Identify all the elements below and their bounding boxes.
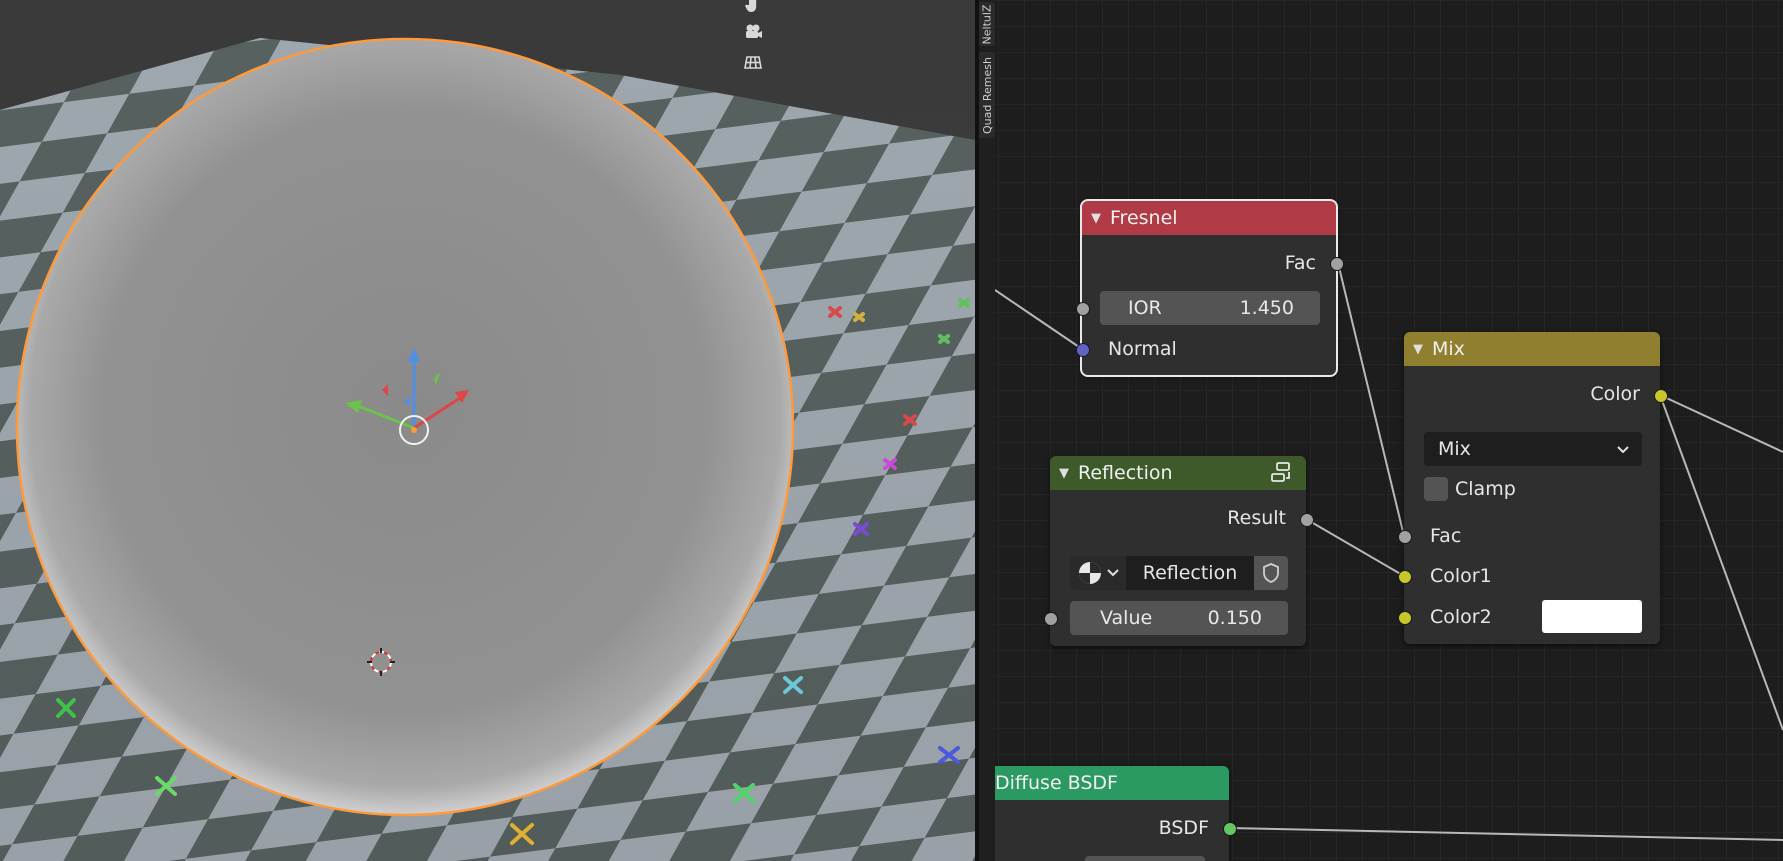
fresnel-ior-socket[interactable]	[1076, 302, 1090, 316]
collapse-arrow-icon[interactable]: ▼	[1404, 342, 1432, 357]
node-group-icon[interactable]	[1270, 461, 1294, 485]
reflection-node-title: Reflection	[1078, 462, 1173, 484]
reflection-node-header[interactable]: ▼ Reflection	[1050, 456, 1306, 490]
value-label: Value	[1100, 607, 1153, 629]
texture-browse-button[interactable]	[1070, 556, 1126, 590]
ior-value: 1.450	[1239, 297, 1294, 319]
mix-node-title: Mix	[1432, 338, 1465, 360]
clamp-row: Clamp	[1455, 472, 1660, 506]
mix-fac-input: Fac	[1404, 519, 1660, 553]
color1-label: Color1	[1430, 565, 1492, 587]
fresnel-normal-input: Normal	[1082, 332, 1336, 366]
reflection-value-field[interactable]: Value 0.150	[1070, 601, 1288, 635]
fresnel-fac-socket[interactable]	[1330, 257, 1344, 271]
fresnel-ior-field[interactable]: IOR 1.450	[1100, 291, 1320, 325]
mix-color-output-label: Color	[1590, 383, 1640, 405]
diffuse-bsdf-node[interactable]: Diffuse BSDF BSDF	[995, 766, 1237, 861]
mix-color-output: Color	[1404, 377, 1660, 411]
collapse-arrow-icon[interactable]: ▼	[1050, 466, 1078, 481]
bsdf-label: BSDF	[1158, 817, 1209, 839]
node-links	[995, 262, 1783, 841]
mix-fac-label: Fac	[1430, 525, 1462, 547]
link-to-normal	[995, 289, 1083, 350]
diffuse-color-field[interactable]	[1085, 856, 1205, 861]
shield-icon	[1263, 563, 1279, 583]
clamp-checkbox[interactable]	[1424, 477, 1448, 501]
value-number: 0.150	[1207, 607, 1262, 629]
sphere-object[interactable]	[15, 37, 795, 817]
link-result-to-color1	[1305, 518, 1405, 577]
link-fac-to-fac	[1337, 262, 1405, 537]
blend-mode-value: Mix	[1438, 438, 1471, 460]
clamp-label: Clamp	[1455, 478, 1516, 500]
mix-node[interactable]: ▼ Mix Color Mix Clamp Fac Color1 Color2	[1398, 332, 1668, 644]
diffuse-bsdf-output: BSDF	[995, 811, 1229, 845]
hand-icon[interactable]	[742, 0, 764, 16]
grid-icon[interactable]	[742, 51, 764, 73]
normal-label: Normal	[1108, 338, 1177, 360]
fresnel-fac-label: Fac	[1284, 252, 1316, 274]
color2-label: Color2	[1430, 606, 1492, 628]
tab-neltulz[interactable]: NeltulZ	[979, 2, 995, 46]
chevron-down-icon	[1616, 438, 1642, 460]
color2-swatch[interactable]	[1542, 600, 1642, 633]
3d-viewport[interactable]	[0, 0, 975, 861]
chevron-down-icon	[1107, 569, 1119, 577]
diffuse-bsdf-socket[interactable]	[1223, 822, 1237, 836]
fresnel-node-header[interactable]: ▼ Fresnel	[1082, 201, 1336, 235]
fake-user-button[interactable]	[1254, 556, 1288, 590]
tab-neltulz-label: NeltulZ	[980, 4, 994, 44]
ior-label: IOR	[1128, 297, 1162, 319]
checker-texture-icon	[1079, 562, 1101, 584]
blend-mode-dropdown[interactable]: Mix	[1424, 432, 1642, 466]
fresnel-fac-output: Fac	[1082, 246, 1336, 280]
result-label: Result	[1227, 507, 1286, 529]
link-bsdf-out	[1228, 827, 1783, 841]
fresnel-node[interactable]: ▼ Fresnel Fac IOR 1.450 Normal	[1076, 199, 1344, 377]
link-mix-color-out	[1659, 394, 1783, 453]
tab-quad-remesh[interactable]: Quad Remesh	[979, 52, 995, 138]
sidebar-tab-strip: NeltulZ Quad Remesh	[979, 0, 995, 861]
mix-node-header[interactable]: ▼ Mix	[1404, 332, 1660, 366]
fresnel-node-title: Fresnel	[1110, 207, 1178, 229]
mix-color1-input: Color1	[1404, 559, 1660, 593]
camera-icon[interactable]	[742, 21, 764, 43]
reflection-value-socket[interactable]	[1044, 612, 1058, 626]
link-mix-color-out-2	[1659, 394, 1783, 731]
viewport-scene	[0, 0, 975, 861]
diffuse-node-title: Diffuse BSDF	[995, 772, 1118, 794]
reflection-node[interactable]: ▼ Reflection Result Reflection Value 0.1…	[1044, 456, 1314, 646]
texture-selector[interactable]: Reflection	[1070, 556, 1288, 590]
node-editor[interactable]: ▼ Fresnel Fac IOR 1.450 Normal ▼ Mix Col…	[995, 0, 1783, 861]
mix-color-output-socket[interactable]	[1654, 389, 1668, 403]
diffuse-node-header[interactable]: Diffuse BSDF	[995, 766, 1229, 800]
tab-quad-remesh-label: Quad Remesh	[980, 56, 994, 134]
reflection-result-socket[interactable]	[1300, 513, 1314, 527]
texture-name[interactable]: Reflection	[1126, 556, 1254, 590]
collapse-arrow-icon[interactable]: ▼	[1082, 211, 1110, 226]
reflection-result-output: Result	[1050, 501, 1306, 535]
